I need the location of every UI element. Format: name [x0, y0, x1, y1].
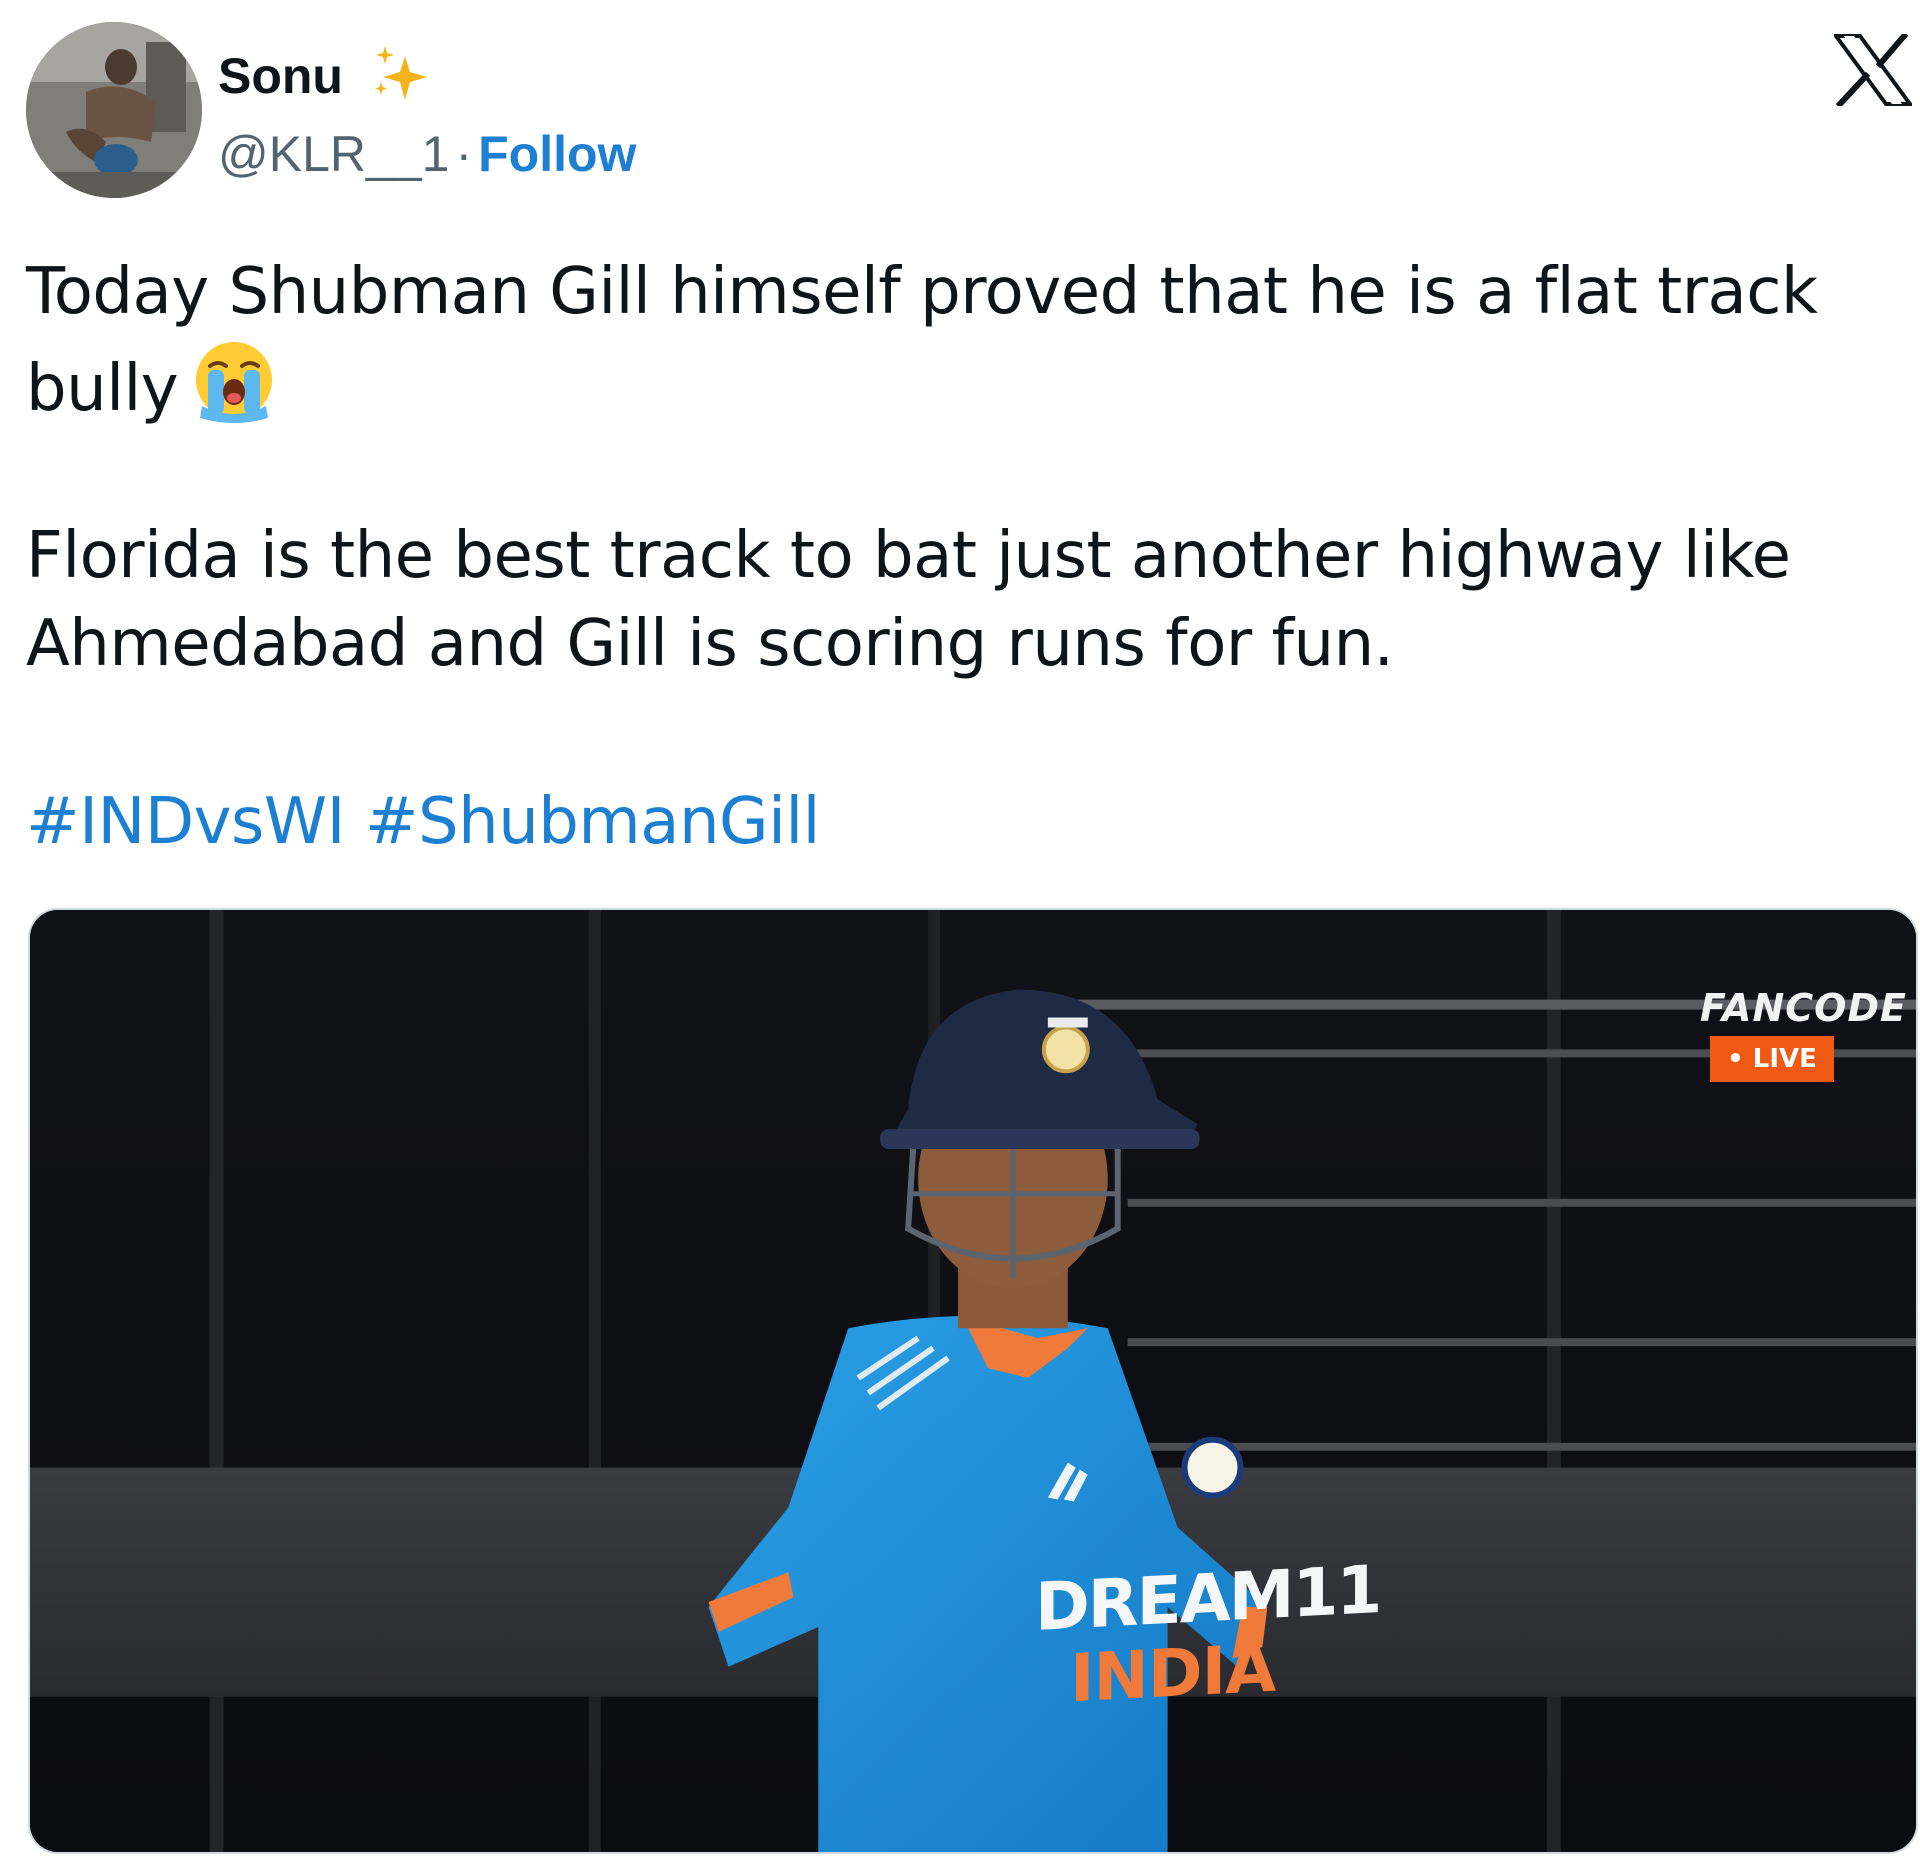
cricket-player-photo [30, 910, 1916, 1852]
broadcaster-logo: FANCODE [1700, 986, 1907, 1030]
hashtag-row: #INDvsWI #ShubmanGill [26, 778, 1896, 866]
hashtag-indvswi[interactable]: #INDvsWI [26, 785, 346, 859]
jersey-country-text: INDIA [1070, 1629, 1276, 1718]
avatar[interactable] [26, 22, 202, 198]
tweet-embed: Sonu @KLR__1 · Follow Today Shubman Gill h… [0, 0, 1920, 1857]
tweet-paragraph-1: Today Shubman Gill himself proved that h… [26, 248, 1896, 433]
live-badge: • LIVE [1710, 1036, 1834, 1082]
tweet-media-image[interactable]: FANCODE • LIVE DREAM11 INDIA [28, 908, 1918, 1854]
separator-dot: · [455, 126, 473, 182]
follow-button[interactable]: Follow [478, 126, 636, 182]
x-logo-icon[interactable] [1834, 34, 1912, 106]
author-handle-row: @KLR__1 · Follow [218, 124, 636, 184]
tweet-paragraph-2: Florida is the best track to bat just an… [26, 519, 1791, 681]
author-display-name[interactable]: Sonu [218, 46, 343, 106]
loudly-crying-face-emoji-icon [196, 342, 273, 423]
sparkles-icon [375, 46, 427, 100]
tweet-paragraph-1-text: Today Shubman Gill himself proved that h… [26, 255, 1818, 426]
author-handle[interactable]: @KLR__1 [218, 126, 449, 182]
hashtag-shubmangill[interactable]: #ShubmanGill [365, 785, 821, 859]
avatar-photo [26, 22, 202, 198]
